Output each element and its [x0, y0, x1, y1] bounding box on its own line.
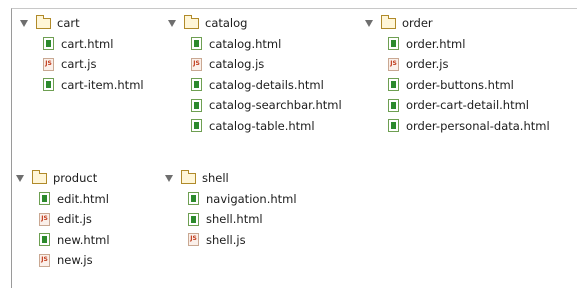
expand-triangle-icon[interactable] [365, 19, 373, 27]
folder-icon [184, 14, 199, 29]
js-file-icon [39, 212, 50, 226]
html-file-icon [388, 37, 399, 51]
js-file-icon [188, 233, 199, 247]
file-row[interactable]: shell.html [165, 209, 297, 230]
folder-label: order [402, 16, 433, 31]
html-file-icon [39, 233, 50, 247]
folder-row-catalog[interactable]: catalog [168, 13, 342, 34]
file-row[interactable]: order.html [365, 34, 550, 55]
js-file-icon [388, 57, 399, 71]
file-row[interactable]: new.html [16, 230, 110, 251]
file-label: cart-item.html [61, 77, 144, 92]
file-label: new.html [57, 232, 110, 247]
file-label: order.js [406, 57, 449, 72]
file-row[interactable]: catalog-searchbar.html [168, 95, 342, 116]
expand-triangle-icon[interactable] [20, 19, 28, 27]
file-row[interactable]: shell.js [165, 230, 297, 251]
expand-triangle-icon[interactable] [165, 174, 173, 182]
file-label: catalog-searchbar.html [209, 98, 342, 113]
html-file-icon [191, 119, 202, 133]
html-file-icon [388, 78, 399, 92]
file-row[interactable]: edit.html [16, 189, 110, 210]
html-file-icon [191, 98, 202, 112]
html-file-icon [191, 78, 202, 92]
file-label: catalog.js [209, 57, 265, 72]
folder-label: catalog [205, 16, 248, 31]
folder-group-order: order order.html order.js order-buttons.… [365, 13, 550, 136]
file-label: order-personal-data.html [406, 118, 550, 133]
folder-row-product[interactable]: product [16, 168, 110, 189]
js-file-icon [39, 253, 50, 267]
folder-icon [181, 169, 196, 184]
js-file-icon [191, 57, 202, 71]
folder-label: cart [57, 16, 80, 31]
folder-row-order[interactable]: order [365, 13, 550, 34]
file-label: catalog-table.html [209, 118, 315, 133]
folder-label: product [53, 171, 98, 186]
html-file-icon [191, 37, 202, 51]
file-row[interactable]: order-cart-detail.html [365, 95, 550, 116]
folder-group-cart: cart cart.html cart.js cart-item.html [20, 13, 144, 95]
file-row[interactable]: order.js [365, 54, 550, 75]
file-label: shell.js [206, 232, 246, 247]
file-row[interactable]: cart-item.html [20, 75, 144, 96]
file-label: catalog-details.html [209, 77, 324, 92]
file-label: catalog.html [209, 36, 282, 51]
folder-icon [32, 169, 47, 184]
file-label: order-cart-detail.html [406, 98, 530, 113]
file-row[interactable]: order-buttons.html [365, 75, 550, 96]
folder-icon [36, 14, 51, 29]
folder-group-shell: shell navigation.html shell.html shell.j… [165, 168, 297, 250]
file-label: edit.html [57, 191, 109, 206]
folder-row-cart[interactable]: cart [20, 13, 144, 34]
file-label: order.html [406, 36, 466, 51]
html-file-icon [388, 119, 399, 133]
file-row[interactable]: catalog-details.html [168, 75, 342, 96]
html-file-icon [39, 192, 50, 206]
js-file-icon [43, 57, 54, 71]
file-label: navigation.html [206, 191, 297, 206]
expand-triangle-icon[interactable] [168, 19, 176, 27]
folder-row-shell[interactable]: shell [165, 168, 297, 189]
file-label: shell.html [206, 212, 263, 227]
folder-label: shell [202, 171, 229, 186]
folder-group-catalog: catalog catalog.html catalog.js catalog-… [168, 13, 342, 136]
html-file-icon [43, 37, 54, 51]
file-row[interactable]: new.js [16, 250, 110, 271]
file-row[interactable]: cart.html [20, 34, 144, 55]
html-file-icon [188, 192, 199, 206]
file-row[interactable]: navigation.html [165, 189, 297, 210]
file-row[interactable]: catalog.js [168, 54, 342, 75]
folder-group-product: product edit.html edit.js new.html new.j… [16, 168, 110, 271]
file-row[interactable]: cart.js [20, 54, 144, 75]
file-row[interactable]: catalog.html [168, 34, 342, 55]
html-file-icon [188, 212, 199, 226]
folder-icon [381, 14, 396, 29]
file-row[interactable]: order-personal-data.html [365, 116, 550, 137]
file-label: cart.js [61, 57, 97, 72]
html-file-icon [43, 78, 54, 92]
expand-triangle-icon[interactable] [16, 174, 24, 182]
file-label: cart.html [61, 36, 114, 51]
file-label: new.js [57, 253, 93, 268]
file-row[interactable]: catalog-table.html [168, 116, 342, 137]
file-row[interactable]: edit.js [16, 209, 110, 230]
file-label: edit.js [57, 212, 92, 227]
file-label: order-buttons.html [406, 77, 514, 92]
html-file-icon [388, 98, 399, 112]
